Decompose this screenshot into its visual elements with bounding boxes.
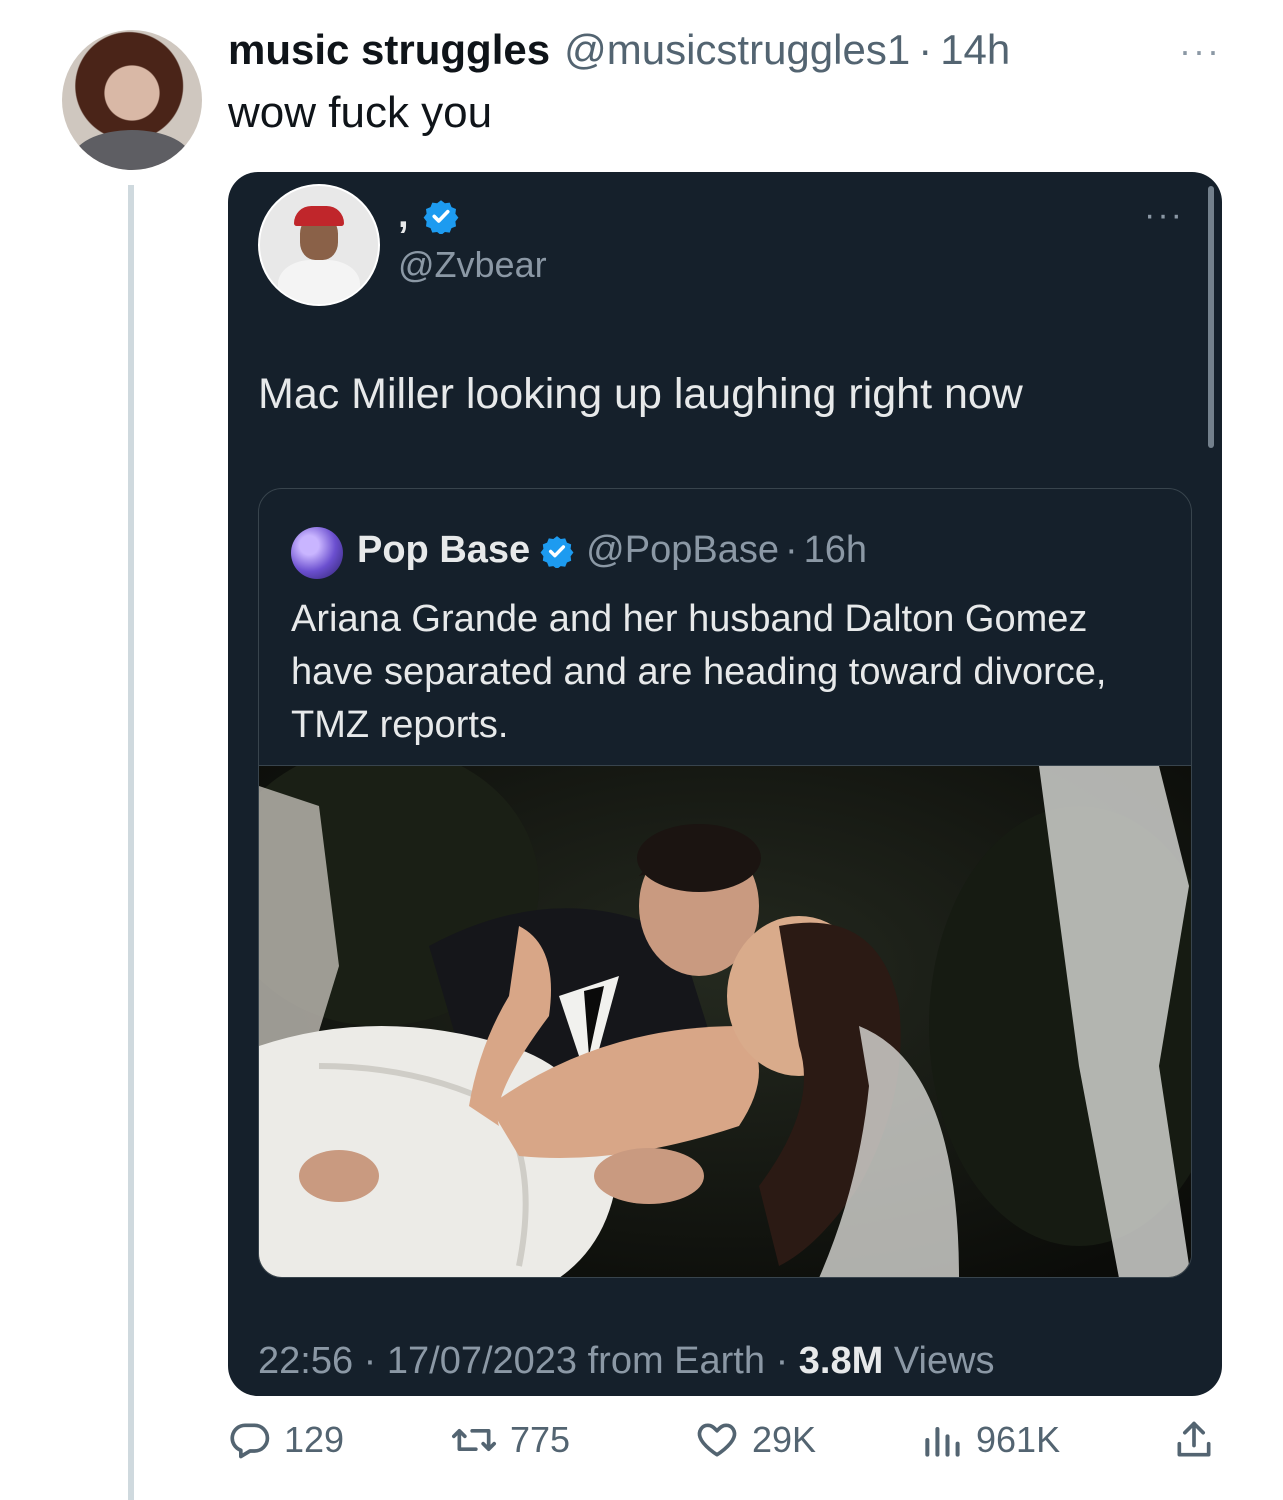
avatar-cap — [294, 206, 344, 226]
quoted-author-avatar[interactable] — [258, 184, 380, 306]
quoted-tweet-card[interactable]: , @Zvbear ··· Mac Miller looking up laug… — [228, 172, 1222, 1396]
share-button[interactable] — [1172, 1418, 1216, 1462]
view-count: 961K — [976, 1419, 1061, 1460]
popbase-avatar[interactable] — [291, 527, 343, 579]
reply-count: 129 — [284, 1419, 345, 1460]
analytics-icon — [925, 1426, 960, 1457]
retweet-button[interactable]: 775 — [450, 1418, 570, 1462]
views-button[interactable]: 961K — [920, 1418, 1060, 1462]
meta-views-count[interactable]: 3.8M — [799, 1340, 883, 1382]
embedded-photo[interactable] — [259, 765, 1191, 1277]
retweet-icon — [452, 1429, 496, 1451]
embedded-header: Pop Base @PopBase · 16h — [357, 529, 867, 572]
quoted-author-name[interactable]: , — [398, 194, 409, 237]
scrollbar[interactable] — [1208, 186, 1214, 448]
verified-badge-icon — [423, 199, 458, 234]
like-button[interactable]: 29K — [694, 1418, 816, 1462]
retweet-count: 775 — [510, 1419, 571, 1460]
more-options-icon[interactable]: ··· — [1179, 30, 1221, 72]
wedding-photo-illustration — [259, 766, 1191, 1277]
meta-time[interactable]: 22:56 — [258, 1340, 353, 1382]
embedded-tweet-card[interactable]: Pop Base @PopBase · 16h Ariana Grande an… — [258, 488, 1192, 1278]
meta-separator-2: · — [765, 1340, 799, 1382]
like-count: 29K — [752, 1419, 817, 1460]
embedded-author-name[interactable]: Pop Base — [357, 529, 530, 572]
meta-date[interactable]: 17/07/2023 — [387, 1340, 577, 1382]
share-icon — [1177, 1421, 1211, 1457]
author-handle[interactable]: @musicstruggles1 — [564, 26, 910, 74]
header-separator: · — [918, 26, 933, 73]
quoted-more-options-icon[interactable]: ··· — [1144, 196, 1184, 235]
thread-line — [128, 185, 134, 1500]
author-avatar[interactable] — [62, 30, 202, 170]
action-bar: 129 775 29K 961K — [228, 1418, 1222, 1478]
tweet-time[interactable]: 14h — [940, 26, 1010, 74]
reply-icon — [230, 1423, 270, 1459]
embedded-author-handle[interactable]: @PopBase — [586, 529, 779, 572]
quoted-author-name-row: , — [398, 194, 459, 237]
meta-views-label: Views — [883, 1340, 995, 1382]
meta-separator: · — [353, 1340, 387, 1382]
quoted-author-handle[interactable]: @Zvbear — [398, 244, 547, 286]
tweet-text: wow fuck you — [228, 88, 493, 137]
meta-source: from Earth — [577, 1340, 766, 1382]
tweet-metadata: 22:56 · 17/07/2023 from Earth · 3.8M Vie… — [258, 1340, 995, 1383]
embedded-tweet-text: Ariana Grande and her husband Dalton Gom… — [291, 598, 1107, 746]
embedded-separator: · — [784, 529, 798, 571]
author-name[interactable]: music struggles — [228, 26, 550, 74]
reply-button[interactable]: 129 — [228, 1418, 344, 1462]
quoted-tweet-text: Mac Miller looking up laughing right now — [258, 370, 1023, 418]
avatar-shoulders — [72, 130, 192, 170]
avatar-body — [278, 260, 360, 304]
reply-header: music struggles @musicstruggles1 · 14h — [228, 26, 1010, 78]
embedded-time[interactable]: 16h — [804, 529, 867, 572]
heart-icon — [697, 1423, 737, 1457]
verified-badge-icon — [540, 535, 574, 568]
